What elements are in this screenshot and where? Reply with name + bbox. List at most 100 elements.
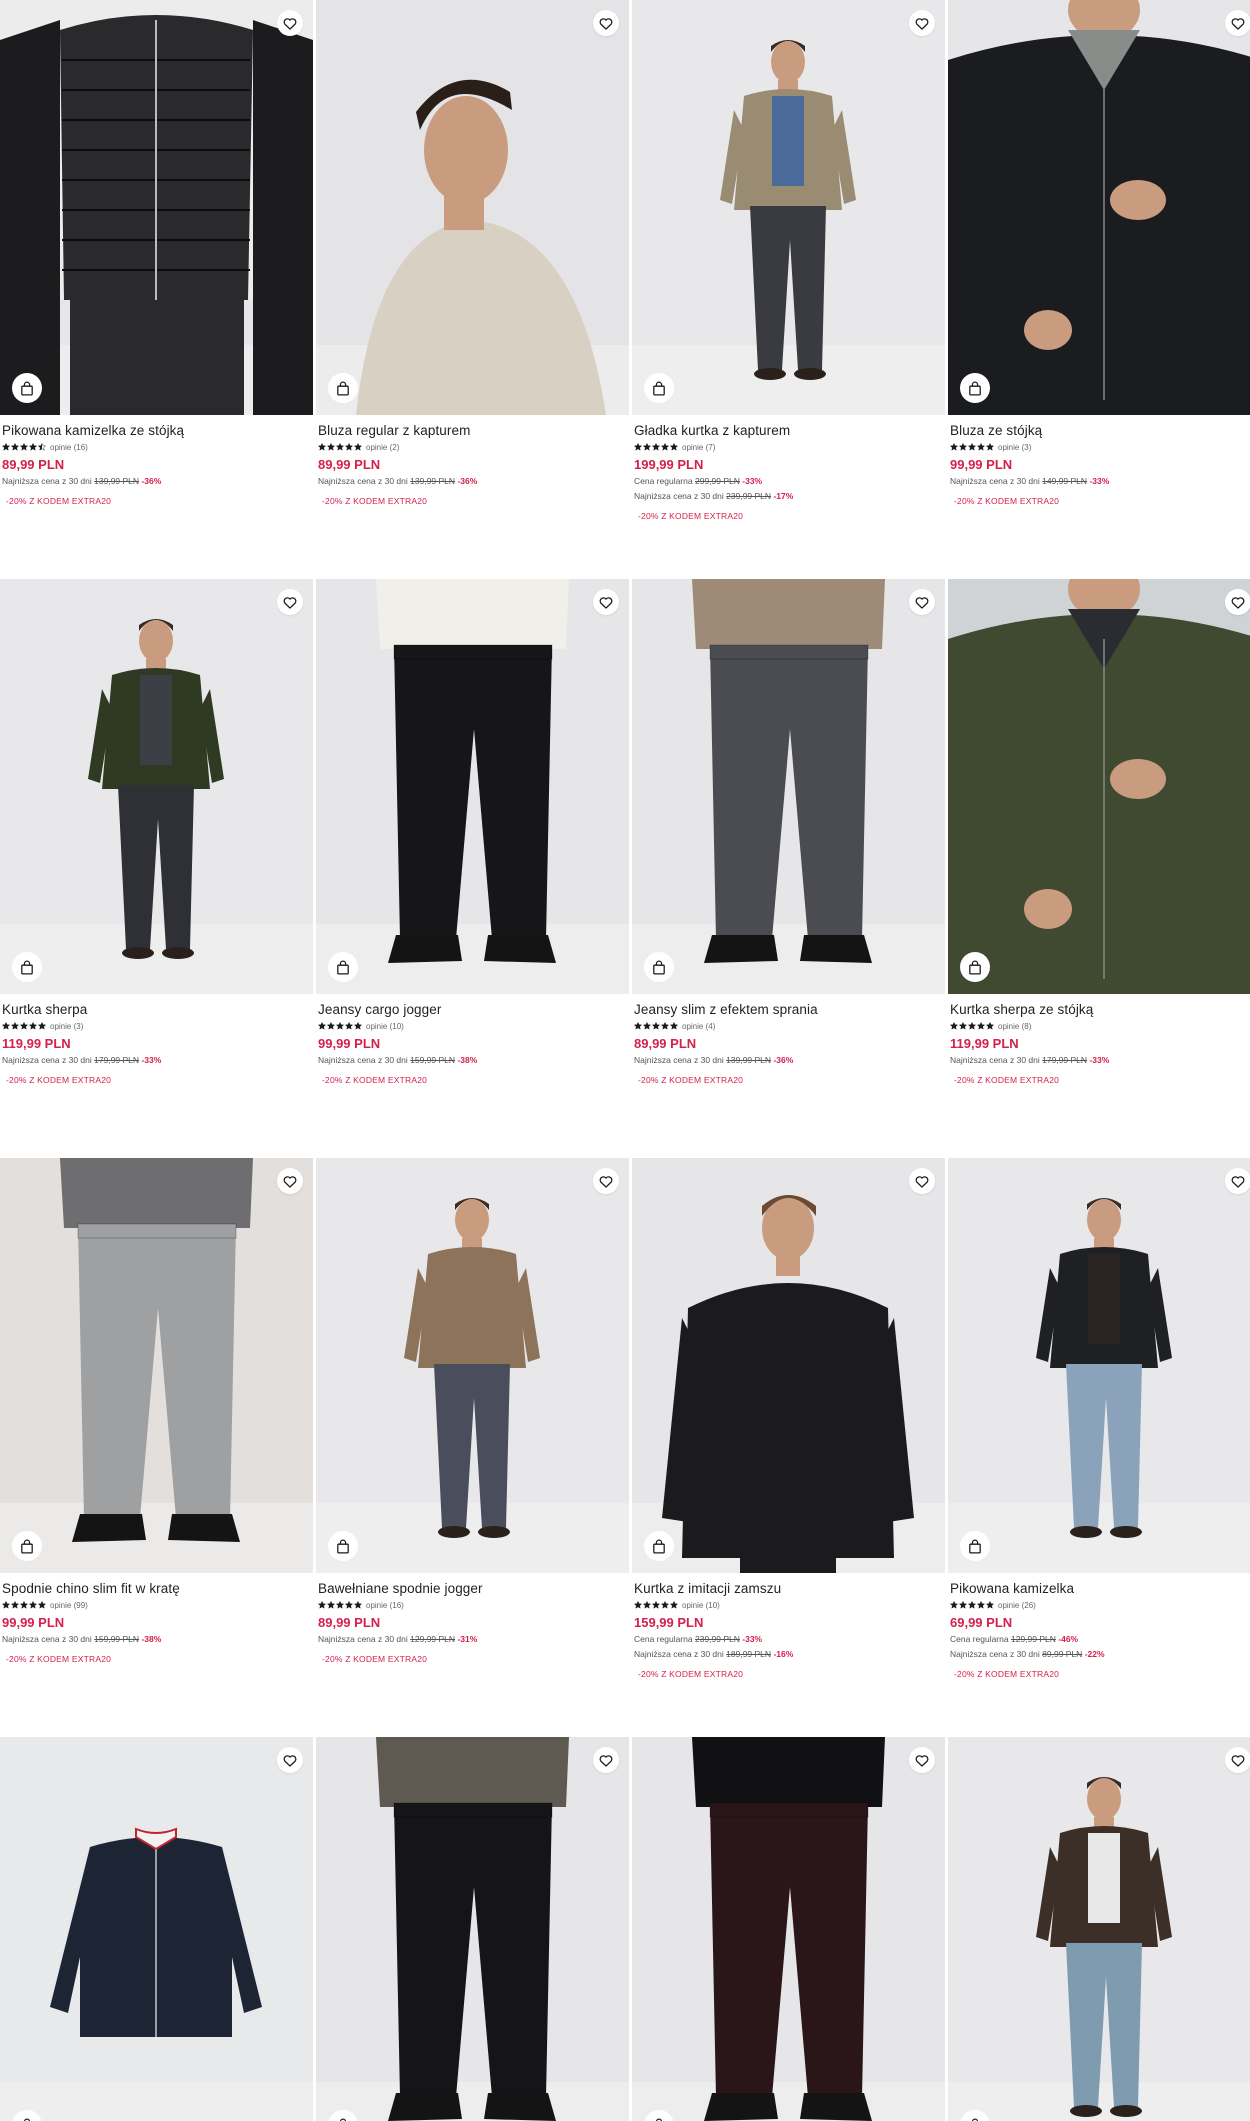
product-image[interactable] [632, 1737, 945, 2121]
product-image[interactable] [632, 1158, 945, 1573]
add-to-cart-button[interactable] [328, 1531, 358, 1561]
product-name[interactable]: Jeansy slim z efektem sprania [634, 1001, 943, 1018]
product-info: Kurtka z imitacji zamszu opinie (10) 159,9… [632, 1573, 945, 1679]
product-image[interactable] [632, 0, 945, 415]
heart-icon [1231, 17, 1245, 30]
price-history: Najniższa cena z 30 dni 139,99 PLN -36% [318, 475, 627, 488]
favorite-button[interactable] [1225, 1747, 1250, 1773]
favorite-button[interactable] [593, 1168, 619, 1194]
product-card[interactable]: Bawełniane spodnie jogger opinie (16) 89,9… [316, 1158, 629, 1737]
favorite-button[interactable] [909, 1747, 935, 1773]
product-card[interactable]: Bluza regular z kapturem opinie (2) 89,99 … [316, 0, 629, 579]
review-count[interactable]: opinie (99) [50, 1601, 88, 1610]
product-image[interactable] [632, 579, 945, 994]
favorite-button[interactable] [1225, 10, 1250, 36]
product-card[interactable]: Spodnie chino slim fit w kratę opinie (99… [0, 1158, 313, 1737]
product-name[interactable]: Kurtka z imitacji zamszu [634, 1580, 943, 1597]
product-card[interactable] [316, 1737, 629, 2121]
add-to-cart-button[interactable] [960, 1531, 990, 1561]
favorite-button[interactable] [1225, 589, 1250, 615]
favorite-button[interactable] [277, 1168, 303, 1194]
product-name[interactable]: Bawełniane spodnie jogger [318, 1580, 627, 1597]
product-image[interactable] [948, 1158, 1250, 1573]
product-name[interactable]: Gładka kurtka z kapturem [634, 422, 943, 439]
star-icon [950, 1601, 958, 1609]
product-image[interactable] [316, 0, 629, 415]
product-image[interactable] [0, 1737, 313, 2121]
favorite-button[interactable] [593, 10, 619, 36]
product-name[interactable]: Kurtka sherpa ze stójką [950, 1001, 1250, 1018]
add-to-cart-button[interactable] [644, 373, 674, 403]
product-image[interactable] [948, 0, 1250, 415]
product-card[interactable] [0, 1737, 313, 2121]
add-to-cart-button[interactable] [644, 952, 674, 982]
review-count[interactable]: opinie (7) [682, 443, 715, 452]
favorite-button[interactable] [909, 589, 935, 615]
product-image[interactable] [0, 0, 313, 415]
favorite-button[interactable] [593, 589, 619, 615]
product-image[interactable] [316, 1737, 629, 2121]
star-icon [670, 443, 678, 451]
review-count[interactable]: opinie (16) [50, 443, 88, 452]
product-name[interactable]: Bluza ze stójką [950, 422, 1250, 439]
review-count[interactable]: opinie (4) [682, 1022, 715, 1031]
add-to-cart-button[interactable] [328, 373, 358, 403]
product-card[interactable]: Kurtka sherpa ze stójką opinie (8) 119,99 … [948, 579, 1250, 1158]
add-to-cart-button[interactable] [960, 952, 990, 982]
product-name[interactable]: Jeansy cargo jogger [318, 1001, 627, 1018]
star-icon [336, 1601, 344, 1609]
product-name[interactable]: Pikowana kamizelka [950, 1580, 1250, 1597]
add-to-cart-button[interactable] [644, 1531, 674, 1561]
product-info: Pikowana kamizelka ze stójką opinie (16) 8… [0, 415, 313, 506]
add-to-cart-button[interactable] [960, 373, 990, 403]
product-image[interactable] [316, 579, 629, 994]
review-count[interactable]: opinie (3) [998, 443, 1031, 452]
price-history-label: Najniższa cena z 30 dni [2, 1055, 92, 1065]
product-name[interactable]: Kurtka sherpa [2, 1001, 311, 1018]
review-count[interactable]: opinie (10) [366, 1022, 404, 1031]
shopping-bag-icon [968, 960, 982, 975]
product-image[interactable] [0, 1158, 313, 1573]
product-card[interactable]: Jeansy slim z efektem sprania opinie (4) 8… [632, 579, 945, 1158]
favorite-button[interactable] [277, 1747, 303, 1773]
product-card[interactable]: Bluza ze stójką opinie (3) 99,99 PLN Najniż… [948, 0, 1250, 579]
product-card[interactable]: Gładka kurtka z kapturem opinie (7) 199,99… [632, 0, 945, 579]
add-to-cart-button[interactable] [12, 1531, 42, 1561]
star-icon [2, 443, 10, 451]
product-name[interactable]: Bluza regular z kapturem [318, 422, 627, 439]
shopping-bag-icon [968, 1539, 982, 1554]
product-name[interactable]: Pikowana kamizelka ze stójką [2, 422, 311, 439]
product-image[interactable] [316, 1158, 629, 1573]
product-card[interactable]: Pikowana kamizelka opinie (26) 69,99 PLN Ce… [948, 1158, 1250, 1737]
product-name[interactable]: Spodnie chino slim fit w kratę [2, 1580, 311, 1597]
favorite-button[interactable] [1225, 1168, 1250, 1194]
favorite-button[interactable] [909, 1168, 935, 1194]
review-count[interactable]: opinie (8) [998, 1022, 1031, 1031]
product-image[interactable] [948, 579, 1250, 994]
product-card[interactable] [632, 1737, 945, 2121]
favorite-button[interactable] [277, 10, 303, 36]
favorite-button[interactable] [593, 1747, 619, 1773]
favorite-button[interactable] [277, 589, 303, 615]
product-image[interactable] [0, 579, 313, 994]
product-info: Kurtka sherpa ze stójką opinie (8) 119,99 … [948, 994, 1250, 1085]
review-count[interactable]: opinie (10) [682, 1601, 720, 1610]
product-card[interactable]: Jeansy cargo jogger opinie (10) 99,99 PLN N… [316, 579, 629, 1158]
review-count[interactable]: opinie (16) [366, 1601, 404, 1610]
star-icon [643, 1601, 651, 1609]
review-count[interactable]: opinie (2) [366, 443, 399, 452]
product-card[interactable]: Kurtka sherpa opinie (3) 119,99 PLN Najniżs… [0, 579, 313, 1158]
price-history-label: Cena regularna [634, 1634, 693, 1644]
add-to-cart-button[interactable] [328, 952, 358, 982]
add-to-cart-button[interactable] [12, 373, 42, 403]
review-count[interactable]: opinie (3) [50, 1022, 83, 1031]
product-card[interactable]: Kurtka z imitacji zamszu opinie (10) 159,9… [632, 1158, 945, 1737]
review-count[interactable]: opinie (26) [998, 1601, 1036, 1610]
favorite-button[interactable] [909, 10, 935, 36]
star-icon [29, 1022, 37, 1030]
price-history: Najniższa cena z 30 dni 239,99 PLN -17% [634, 490, 943, 503]
add-to-cart-button[interactable] [12, 952, 42, 982]
product-image[interactable] [948, 1737, 1250, 2121]
product-card[interactable]: Pikowana kamizelka ze stójką opinie (16) 8… [0, 0, 313, 579]
product-card[interactable] [948, 1737, 1250, 2121]
